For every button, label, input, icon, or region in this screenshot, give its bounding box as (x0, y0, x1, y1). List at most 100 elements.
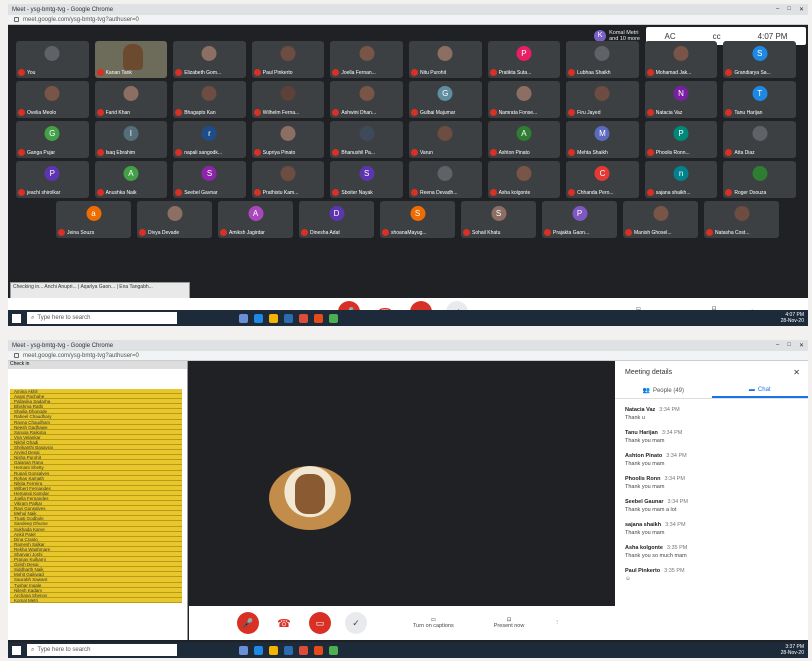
participant-tile[interactable]: r napali sangodk... (173, 121, 246, 158)
participant-tile[interactable]: Joella Fernan... (330, 41, 403, 78)
captions-button[interactable]: ▭Turn on captions (413, 617, 454, 629)
mic-off-button[interactable]: 🎤 (237, 612, 259, 634)
participant-tile[interactable]: Divya Devade (137, 201, 212, 238)
participant-tile[interactable]: Mohamad Jak... (644, 41, 718, 78)
participant-tile[interactable]: Supriya Pinato (251, 121, 325, 158)
office-icon[interactable] (314, 645, 323, 655)
close-icon[interactable]: ✕ (793, 368, 800, 377)
edge-icon[interactable] (254, 313, 263, 323)
taskbar-clock: 4:07 PM 28-Nov-20 (780, 312, 804, 324)
mail-icon[interactable] (299, 313, 308, 323)
more-options-icon[interactable]: ⋮ (554, 620, 560, 626)
participant-tile[interactable]: M Mehta Shaikh (566, 121, 639, 158)
participant-tile[interactable]: Nitu Purohit (408, 41, 482, 78)
tab-chat[interactable]: ▬ Chat (711, 383, 808, 398)
address-bar[interactable]: meet.google.com/ysg-bmtg-tvg?authuser=0 (8, 15, 808, 25)
participant-tile[interactable]: Ashwini Dhan... (330, 81, 403, 118)
participant-tile[interactable]: Namrata Fonse... (487, 81, 561, 118)
participant-tile[interactable]: Bhagapts Kan (173, 81, 246, 118)
participant-tile[interactable]: Atta Diaz (723, 121, 796, 158)
chrome-icon[interactable] (329, 645, 338, 655)
participant-tile[interactable]: D Dinesha Adat (299, 201, 374, 238)
participant-tile[interactable]: Elizabeth Gom... (173, 41, 246, 78)
participant-tile[interactable]: T Tanu Harijan (723, 81, 796, 118)
participant-row: You Kanan Tank Elizabeth Gom... Paul Pinker… (16, 41, 796, 79)
participant-tile[interactable]: Firu Jayed (566, 81, 639, 118)
url-text[interactable]: meet.google.com/ysg-bmtg-tvg?authuser=0 (23, 17, 139, 23)
participant-tile[interactable]: S Sboiter Nayak (330, 161, 403, 198)
participant-tile[interactable]: Wilhelm Ferna... (251, 81, 325, 118)
chrome-icon[interactable] (329, 313, 338, 323)
taskbar-search[interactable]: ⌕ Type here to search (27, 312, 177, 324)
file-explorer-icon[interactable] (269, 313, 278, 323)
window-controls[interactable]: – □ ✕ (776, 6, 804, 13)
sender-name: Phoolis Ronn (625, 476, 661, 482)
participant-tile[interactable]: I Isaq Ebrahim (94, 121, 168, 158)
url-text[interactable]: meet.google.com/ysg-bmtg-tvg?authuser=0 (23, 353, 139, 359)
windows-start-icon[interactable] (12, 313, 21, 323)
participant-tile[interactable]: C Chhanda Pero... (566, 161, 639, 198)
participant-tile[interactable]: Varun (408, 121, 482, 158)
address-bar[interactable]: meet.google.com/ysg-bmtg-tvg?authuser=0 (8, 351, 808, 361)
windows-start-icon[interactable] (12, 645, 21, 655)
hang-up-button[interactable]: ☎ (273, 612, 295, 634)
file-explorer-icon[interactable] (269, 645, 278, 655)
store-icon[interactable] (284, 645, 293, 655)
participant-tile[interactable]: SshoanaMayug... (380, 201, 455, 238)
mail-icon[interactable] (299, 645, 308, 655)
participant-tile[interactable]: G Gulbai Majumar (408, 81, 482, 118)
participant-tile[interactable]: A Anushka Naik (94, 161, 168, 198)
minimize-icon[interactable]: – (776, 342, 779, 349)
present-button[interactable]: ⊡Present now (494, 617, 525, 629)
participant-grid: You Kanan Tank Elizabeth Gom... Paul Pinker… (16, 41, 796, 241)
tab-people[interactable]: 👥 People (49) (615, 383, 712, 398)
participant-tile[interactable]: P Prajakta Gaon... (542, 201, 617, 238)
window-controls[interactable]: – □ ✕ (776, 342, 804, 349)
participant-name: Supriya Pinato (262, 149, 296, 156)
participant-name: Anushka Naik (105, 189, 137, 196)
maximize-icon[interactable]: □ (787, 6, 791, 13)
clock-text: 4:07 PM (757, 31, 788, 41)
participant-tile[interactable]: G Ganga Pujar (16, 121, 89, 158)
participant-tile[interactable]: Kanan Tank (94, 41, 168, 78)
participant-tile[interactable]: Natasha Cost... (704, 201, 779, 238)
camera-off-button[interactable]: ▭ (309, 612, 331, 634)
participant-tile[interactable]: A Ashton Pinato (487, 121, 561, 158)
participant-tile[interactable]: Bhanushil Pa... (330, 121, 403, 158)
participant-tile[interactable]: Prathistu Kam... (251, 161, 325, 198)
participant-tile[interactable]: Farid Khan (94, 81, 168, 118)
participant-tile[interactable]: A Amiksh Jagirdar (218, 201, 293, 238)
taskbar-search[interactable]: ⌕ Type here to search (27, 644, 177, 656)
edge-icon[interactable] (254, 645, 263, 655)
participant-tile[interactable]: Asha kolgonte (487, 161, 561, 198)
chat-message: Natacia Vaz 3:34 PM Thank u (625, 407, 798, 421)
close-icon[interactable]: ✕ (799, 342, 804, 349)
close-icon[interactable]: ✕ (799, 6, 804, 13)
participant-tile[interactable]: S Seebel Gavnar (173, 161, 246, 198)
maximize-icon[interactable]: □ (787, 342, 791, 349)
task-view-icon[interactable] (239, 645, 248, 655)
participant-tile[interactable]: S Sohail Khatu (461, 201, 536, 238)
participant-tile[interactable]: Roger Dsouza (723, 161, 796, 198)
participant-tile[interactable]: Paul Pinkerto (251, 41, 325, 78)
participant-tile[interactable]: n sajana shaikh... (644, 161, 718, 198)
minimize-icon[interactable]: – (776, 6, 779, 13)
task-view-icon[interactable] (239, 313, 248, 323)
participant-tile[interactable]: P Pratikta Suta... (487, 41, 561, 78)
check-icon[interactable]: ✓ (345, 612, 367, 634)
store-icon[interactable] (284, 313, 293, 323)
participant-tile[interactable]: a Jeina Souzs (56, 201, 131, 238)
participant-tile[interactable]: Lubhaa Shaikh (566, 41, 639, 78)
participant-tile[interactable]: Manish Ghosel... (623, 201, 698, 238)
mic-muted-icon (463, 229, 470, 236)
participant-tile[interactable]: Ovelia Meolo (16, 81, 89, 118)
participant-tile[interactable]: Reena Devadh... (408, 161, 482, 198)
participant-tile[interactable]: You (16, 41, 89, 78)
mic-muted-icon (568, 189, 576, 196)
participant-tile[interactable]: N Natacia Vaz (644, 81, 718, 118)
participant-tile[interactable]: S Grandiarya Sa... (723, 41, 796, 78)
office-icon[interactable] (314, 313, 323, 323)
participant-tile[interactable]: Pjeachi shirolkar (16, 161, 89, 198)
participant-tile[interactable]: P Phoolis Ronn... (644, 121, 718, 158)
message-text: Thank you mam (625, 461, 665, 467)
